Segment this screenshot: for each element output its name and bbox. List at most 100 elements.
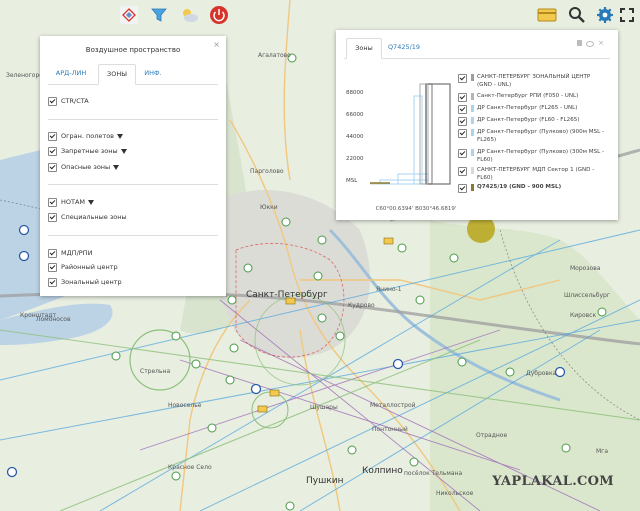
vertical-profile-chart xyxy=(370,83,451,185)
power-icon xyxy=(210,6,228,24)
checkbox-row[interactable]: Запретные зоны xyxy=(48,145,127,157)
zone-label: Санкт-Петербург РПИ (F050 - UNL) xyxy=(477,93,579,99)
tab-notam[interactable]: Q7425/19 xyxy=(384,38,424,57)
zones-panel: Зоны Q7425/19 × 88000 66000 44000 22000 … xyxy=(336,30,618,220)
checkbox[interactable] xyxy=(48,131,57,141)
zone-row[interactable]: Санкт-Петербург РПИ (F050 - UNL) xyxy=(458,92,606,102)
divider xyxy=(48,119,218,120)
tab-info[interactable]: ИНФ. xyxy=(138,64,168,83)
weather-button[interactable] xyxy=(176,2,202,28)
zone-row[interactable]: ДР Санкт-Петербург (Пулково) (900м MSL -… xyxy=(458,128,606,144)
checkbox[interactable] xyxy=(458,117,467,126)
place-label: Колпино xyxy=(362,466,403,476)
checkbox[interactable] xyxy=(458,105,467,114)
checkbox-row[interactable]: Опасные зоны xyxy=(48,161,120,173)
city-label: Санкт-Петербург xyxy=(246,290,328,300)
y-tick: 44000 xyxy=(346,134,364,140)
tab-zones[interactable]: ЗОНЫ xyxy=(98,64,136,85)
tab-ard-lin[interactable]: АРД-ЛИН xyxy=(48,64,94,83)
checkbox-row[interactable]: Зональный центр xyxy=(48,276,122,288)
close-button[interactable]: × xyxy=(213,40,220,49)
zone-label: ДР Санкт-Петербург (FL265 - UNL) xyxy=(477,105,578,111)
eye-icon[interactable] xyxy=(586,41,595,47)
settings-button[interactable] xyxy=(592,2,618,28)
panel-title: Воздушное пространство xyxy=(85,46,181,54)
place-label: Шушары xyxy=(310,404,338,411)
expand-icon xyxy=(620,8,634,22)
expand-button[interactable] xyxy=(616,2,638,28)
zone-swatch xyxy=(471,117,474,124)
checkbox-row[interactable]: CTR/CTA xyxy=(48,95,89,107)
zone-label: ДР Санкт-Петербург (Пулково) (300м MSL -… xyxy=(477,149,604,163)
checkbox[interactable] xyxy=(458,167,467,176)
filter-icon[interactable] xyxy=(120,148,127,154)
place-label: Отрадное xyxy=(476,432,508,439)
checkbox-label: CTR/CTA xyxy=(61,97,89,105)
airspace-panel: Воздушное пространство × АРД-ЛИН ЗОНЫ ИН… xyxy=(40,36,226,296)
checkbox-label: Зональный центр xyxy=(61,278,122,286)
y-tick: 22000 xyxy=(346,156,364,162)
checkbox[interactable] xyxy=(48,96,57,106)
zone-row[interactable]: ДР Санкт-Петербург (Пулково) (300м MSL -… xyxy=(458,148,606,164)
card-icon xyxy=(537,8,557,22)
coordinates-label: C60°00.6394' В030°46.6819' xyxy=(375,206,457,212)
checkbox[interactable] xyxy=(48,146,57,156)
checkbox-row[interactable]: Районный центр xyxy=(48,261,118,273)
checkbox[interactable] xyxy=(48,212,57,222)
filter-icon[interactable] xyxy=(88,199,95,205)
close-icon[interactable]: × xyxy=(598,40,604,47)
filter-icon[interactable] xyxy=(117,133,123,139)
checkbox-row[interactable]: Огран. полетов xyxy=(48,130,123,142)
card-button[interactable] xyxy=(534,2,560,28)
zone-row[interactable]: ДР Санкт-Петербург (FL265 - UNL) xyxy=(458,104,606,114)
search-button[interactable] xyxy=(564,2,590,28)
filter-icon xyxy=(151,8,167,22)
checkbox[interactable] xyxy=(48,248,57,258)
checkbox-label: НОТАМ xyxy=(61,198,86,206)
search-icon xyxy=(569,7,585,23)
y-tick: MSL xyxy=(346,178,358,184)
place-label: Кировск xyxy=(570,312,597,319)
zone-row[interactable]: САНКТ-ПЕТЕРБУРГ МДП Сектор 1 (GND - FL60… xyxy=(458,166,606,182)
checkbox-label: Специальные зоны xyxy=(61,213,127,221)
zone-swatch xyxy=(471,184,474,191)
checkbox[interactable] xyxy=(458,129,467,138)
print-icon[interactable] xyxy=(577,40,583,46)
checkbox-label: Огран. полетов xyxy=(61,132,114,140)
checkbox[interactable] xyxy=(48,197,57,207)
power-button[interactable] xyxy=(206,2,232,28)
place-label: Понтонный xyxy=(372,426,408,433)
filter-button[interactable] xyxy=(146,2,172,28)
checkbox-row[interactable]: Специальные зоны xyxy=(48,211,127,223)
checkbox[interactable] xyxy=(48,162,57,172)
checkbox[interactable] xyxy=(458,74,467,83)
zone-label: Q7425/19 (GND - 900 MSL) xyxy=(477,184,562,190)
zone-swatch xyxy=(471,149,474,156)
filter-icon[interactable] xyxy=(113,164,120,170)
checkbox-label: Опасные зоны xyxy=(61,163,111,171)
checkbox[interactable] xyxy=(48,277,57,287)
place-label: Ломоносов xyxy=(36,316,71,323)
zone-row[interactable]: Q7425/19 (GND - 900 MSL) xyxy=(458,183,606,193)
checkbox-row[interactable]: МДП/РПИ xyxy=(48,247,92,259)
place-label: Мга xyxy=(596,448,609,455)
place-label: Новоселье xyxy=(168,402,202,409)
checkbox[interactable] xyxy=(48,262,57,272)
checkbox-label: МДП/РПИ xyxy=(61,249,93,257)
checkbox-row[interactable]: НОТАМ xyxy=(48,196,95,208)
place-label: Янино-1 xyxy=(376,286,402,293)
checkbox-label: Районный центр xyxy=(61,263,118,271)
y-tick: 88000 xyxy=(346,90,364,96)
checkbox[interactable] xyxy=(458,149,467,158)
place-label: Красное Село xyxy=(168,464,212,471)
place-label: Шлиссельбург xyxy=(564,292,611,299)
checkbox[interactable] xyxy=(458,184,467,193)
zone-row[interactable]: САНКТ-ПЕТЕРБУРГ ЗОНАЛЬНЫЙ ЦЕНТР (GND - U… xyxy=(458,73,606,89)
watermark: YAPLAKAL.COM xyxy=(492,474,614,489)
layers-button[interactable] xyxy=(116,2,142,28)
checkbox[interactable] xyxy=(458,93,467,102)
tab-zones-list[interactable]: Зоны xyxy=(346,38,382,59)
place-label: Дубровка xyxy=(526,370,557,377)
zone-row[interactable]: ДР Санкт-Петербург (FL60 - FL265) xyxy=(458,116,606,126)
place-label: Агалатово xyxy=(258,52,291,59)
